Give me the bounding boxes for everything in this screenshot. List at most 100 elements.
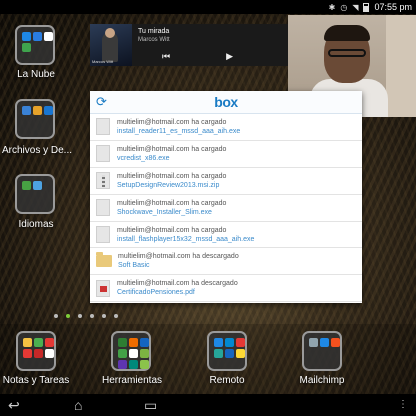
pdf-file-icon	[96, 279, 110, 297]
app-mini-icon	[45, 349, 54, 358]
activity-file-link[interactable]: Soft Basic	[118, 261, 239, 270]
activity-user: multielim@hotmail.com ha descargado	[117, 280, 238, 288]
file-icon	[96, 226, 110, 243]
app-mini-icon	[129, 360, 138, 369]
page-dot[interactable]	[90, 314, 94, 318]
activity-user: multielim@hotmail.com ha descargado	[118, 253, 239, 261]
zip-file-icon	[96, 172, 110, 190]
folder-herramientas[interactable]	[111, 331, 151, 371]
wifi-icon: ◥	[352, 2, 359, 12]
activity-user: multielim@hotmail.com ha cargado	[117, 199, 227, 207]
box-activity-list: multielim@hotmail.com ha cargado install_…	[90, 114, 362, 303]
box-activity-item[interactable]: multielim@hotmail.com ha cargado Shockwav…	[90, 195, 362, 222]
app-mini-icon	[118, 338, 127, 347]
app-mini-icon	[23, 349, 32, 358]
activity-file-link[interactable]: Shockwave_Installer_Slim.exe	[117, 208, 226, 217]
activity-file-link[interactable]: install_flashplayer15x32_mssd_aaa_aih.ex…	[117, 235, 254, 244]
recents-icon[interactable]: ▭	[144, 397, 157, 414]
app-mini-icon	[22, 43, 31, 52]
app-mini-icon	[44, 32, 53, 41]
activity-file-link[interactable]: vcredist_x86.exe	[117, 154, 226, 163]
app-mini-icon	[34, 349, 43, 358]
song-artist: Marcos Witt	[138, 37, 170, 43]
folder-label: Herramientas	[101, 375, 163, 386]
music-widget[interactable]: Marcos Witt Tu mirada Marcos Witt ⏮ ▶	[90, 24, 288, 66]
folder-archivos[interactable]	[15, 99, 55, 139]
app-mini-icon	[214, 349, 223, 358]
activity-user: multielim@hotmail.com ha cargado	[117, 118, 227, 126]
box-activity-item[interactable]: multielim@hotmail.com ha cargado SetupDes…	[90, 168, 362, 195]
bluetooth-icon: ✱	[328, 2, 336, 12]
app-mini-icon	[214, 338, 223, 347]
page-dot[interactable]	[54, 314, 58, 318]
app-mini-icon	[225, 338, 234, 347]
menu-icon[interactable]: ⋮	[398, 399, 408, 410]
folder-remoto[interactable]	[207, 331, 247, 371]
app-mini-icon	[331, 338, 340, 347]
play-icon[interactable]: ▶	[226, 51, 233, 62]
file-icon	[96, 118, 110, 136]
back-icon[interactable]: ↩	[8, 397, 20, 414]
song-title: Tu mirada	[138, 28, 170, 35]
box-activity-item[interactable]: multielim@hotmail.com ha descargado Soft …	[90, 248, 362, 276]
app-mini-icon	[225, 349, 234, 358]
status-bar: ✱ ◷ ◥ 07:55 pm	[0, 0, 416, 14]
page-dot[interactable]	[102, 314, 106, 318]
app-mini-icon	[309, 338, 318, 347]
home-icon[interactable]: ⌂	[74, 397, 82, 413]
app-mini-icon	[118, 360, 127, 369]
activity-file-link[interactable]: CertificadoPensiones.pdf	[117, 288, 238, 297]
activity-file-link[interactable]: SetupDesignReview2013.msi.zip	[117, 181, 226, 190]
navigation-bar: ↩ ⌂ ▭ ⋮	[0, 394, 416, 416]
box-widget: ⟳ box multielim@hotmail.com ha cargado in…	[90, 91, 362, 303]
album-art[interactable]: Marcos Witt	[90, 24, 132, 66]
app-mini-icon	[140, 360, 149, 369]
folder-notas-y-tareas[interactable]	[16, 331, 56, 371]
box-activity-item[interactable]: multielim@hotmail.com ha descargado Certi…	[90, 275, 362, 303]
app-mini-icon	[22, 106, 31, 115]
app-mini-icon	[33, 181, 42, 190]
previous-track-icon[interactable]: ⏮	[162, 51, 170, 62]
folder-label: Idiomas	[18, 219, 54, 230]
activity-user: multielim@hotmail.com ha cargado	[117, 145, 227, 153]
page-dot[interactable]	[66, 314, 70, 318]
box-activity-item[interactable]: multielim@hotmail.com ha cargado install_…	[90, 114, 362, 141]
folder-idiomas[interactable]	[15, 174, 55, 214]
app-mini-icon	[129, 349, 138, 358]
app-mini-icon	[129, 338, 138, 347]
folder-la-nube[interactable]	[15, 25, 55, 65]
folder-label: Mailchimp	[299, 375, 345, 386]
activity-user: multielim@hotmail.com ha cargado	[117, 226, 227, 234]
battery-icon	[363, 2, 370, 12]
app-mini-icon	[140, 338, 149, 347]
app-mini-icon	[236, 338, 245, 347]
page-dot[interactable]	[78, 314, 82, 318]
app-mini-icon	[44, 106, 53, 115]
activity-file-link[interactable]: install_reader11_es_mssd_aaa_aih.exe	[117, 127, 240, 136]
folder-label: La Nube	[17, 69, 55, 80]
folder-label: Remoto	[209, 375, 245, 386]
folder-label: Notas y Tareas	[2, 375, 70, 386]
app-mini-icon	[23, 338, 32, 347]
app-mini-icon	[236, 349, 245, 358]
app-mini-icon	[33, 106, 42, 115]
app-mini-icon	[140, 349, 149, 358]
activity-user: multielim@hotmail.com ha cargado	[117, 172, 227, 180]
folder-icon	[96, 252, 112, 268]
box-activity-item[interactable]: multielim@hotmail.com ha cargado vcredist…	[90, 141, 362, 168]
file-icon	[96, 145, 110, 163]
app-mini-icon	[33, 32, 42, 41]
folder-mailchimp[interactable]	[302, 331, 342, 371]
app-mini-icon	[22, 181, 31, 190]
app-mini-icon	[45, 338, 54, 347]
page-dot[interactable]	[114, 314, 118, 318]
app-mini-icon	[118, 349, 127, 358]
box-logo: box	[214, 94, 238, 110]
file-icon	[96, 199, 110, 217]
app-mini-icon	[22, 32, 31, 41]
box-header: ⟳ box	[90, 91, 362, 114]
refresh-icon[interactable]: ⟳	[96, 94, 107, 110]
alarm-icon: ◷	[340, 2, 348, 12]
app-mini-icon	[34, 338, 43, 347]
box-activity-item[interactable]: multielim@hotmail.com ha cargado install_…	[90, 222, 362, 249]
